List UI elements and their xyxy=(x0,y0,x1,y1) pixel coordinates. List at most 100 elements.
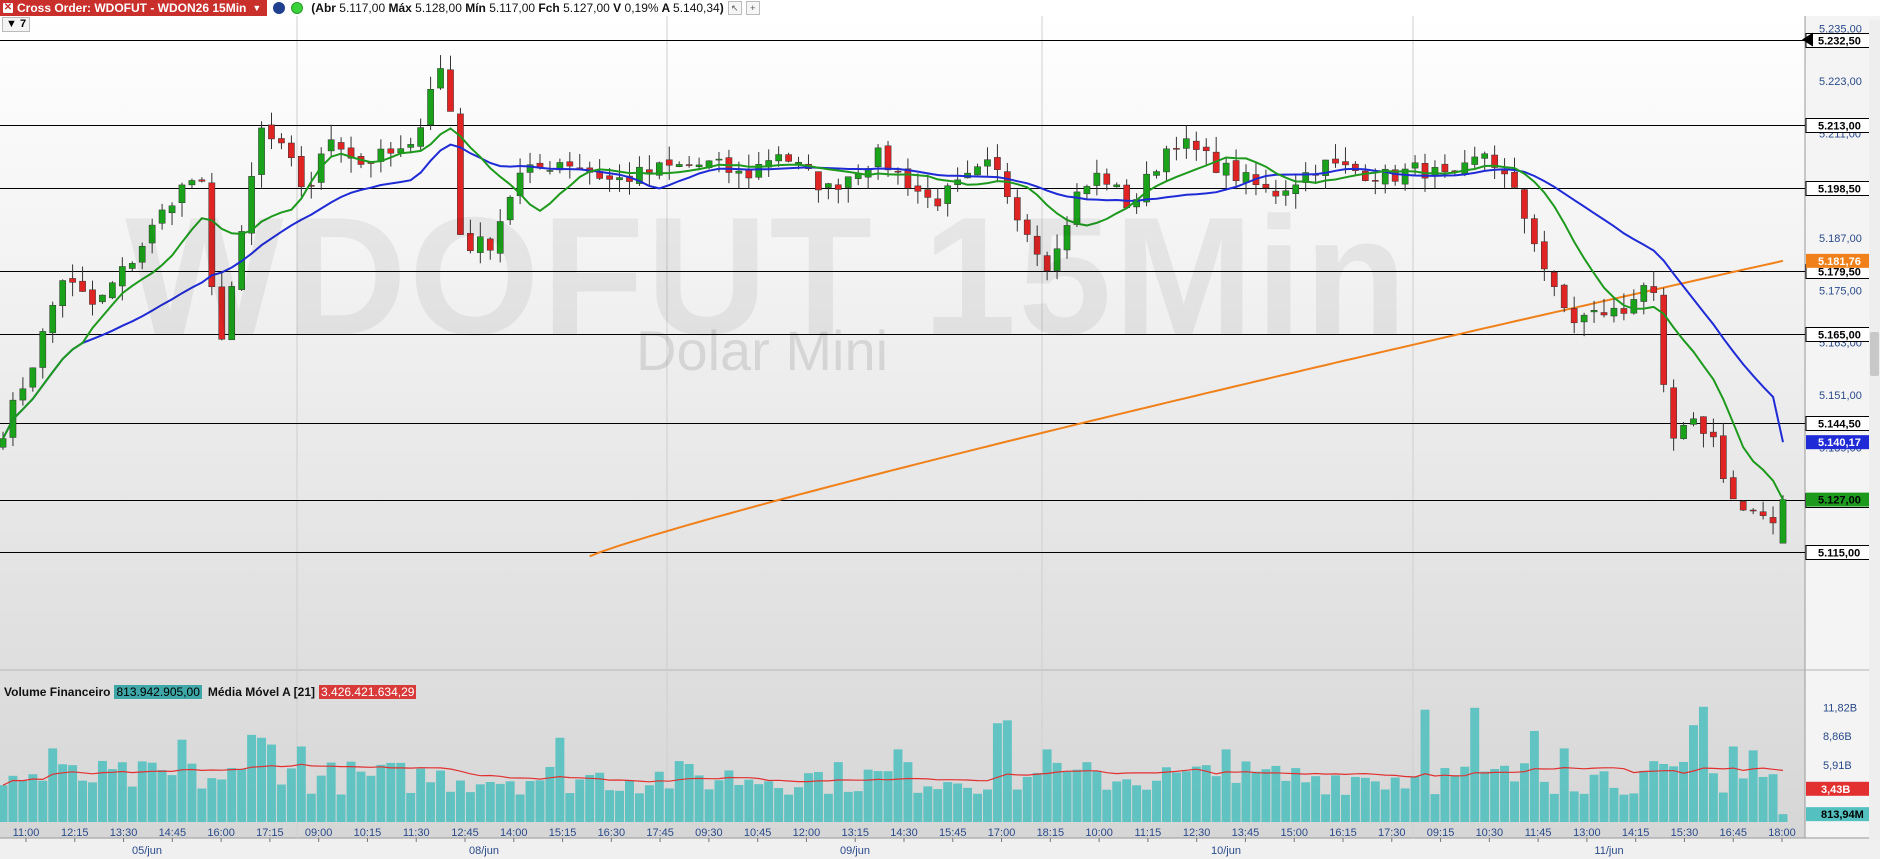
candle-up xyxy=(1153,171,1160,176)
volume-tick-label: 8,86B xyxy=(1823,731,1852,743)
price-tick-label: 5.187,00 xyxy=(1819,233,1862,245)
timeframe-selector[interactable]: ▼ 7 xyxy=(2,17,31,32)
candle-down xyxy=(69,278,76,283)
volume-bar xyxy=(1132,785,1142,822)
volume-bar xyxy=(1748,750,1758,822)
close-icon[interactable]: ✕ xyxy=(3,3,13,13)
time-tick-label: 16:45 xyxy=(1719,827,1747,839)
time-tick-label: 11:00 xyxy=(13,827,40,839)
candle-up xyxy=(1471,156,1479,165)
volume-bar xyxy=(1529,730,1539,822)
candle-down xyxy=(1769,517,1777,524)
date-label: 09/jun xyxy=(840,845,870,857)
volume-bar xyxy=(575,779,585,822)
volume-bar xyxy=(1102,789,1112,822)
volume-bar xyxy=(257,737,267,822)
candle-down xyxy=(1550,271,1558,287)
broker-icon[interactable] xyxy=(273,2,286,14)
level-label: 5.144,50 xyxy=(1818,419,1861,431)
volume-bar xyxy=(1589,774,1599,822)
candlestick-chart[interactable]: 5.235,005.223,005.211,005.199,005.187,00… xyxy=(0,0,1880,859)
volume-bar xyxy=(1072,769,1082,822)
time-tick-label: 13:00 xyxy=(1573,827,1601,839)
candle-down xyxy=(1710,431,1717,438)
volume-bar xyxy=(1231,782,1241,822)
volume-bar xyxy=(436,770,446,822)
candle-up xyxy=(1590,310,1598,313)
current-value-label: 5.181,76 xyxy=(1818,256,1861,268)
candle-up xyxy=(258,127,265,175)
time-tick-label: 17:45 xyxy=(646,827,674,839)
time-tick-label: 13:15 xyxy=(841,827,869,839)
volume-bar xyxy=(406,792,416,822)
volume-bar xyxy=(1201,765,1211,822)
candle-up xyxy=(874,147,882,168)
volume-value: 813.942.905,00 xyxy=(114,685,202,699)
volume-bar xyxy=(1161,767,1171,822)
volume-bar xyxy=(1470,707,1480,822)
candle-down xyxy=(606,175,613,180)
volume-bar xyxy=(1420,709,1430,822)
volume-bar xyxy=(545,766,555,822)
volume-bar xyxy=(1639,770,1649,822)
candle-down xyxy=(1521,189,1528,219)
volume-bar xyxy=(1659,763,1669,822)
candle-up xyxy=(1640,285,1648,302)
volume-bar xyxy=(1002,720,1012,822)
candle-down xyxy=(1650,286,1658,293)
volume-bar xyxy=(18,780,28,822)
candle-down xyxy=(894,170,902,173)
candle-up xyxy=(1680,425,1687,439)
volume-bar xyxy=(992,723,1002,822)
cross-order-button[interactable]: ✕ Cross Order: WDOFUT - WDON26 15Min ▼ xyxy=(0,0,268,16)
cursor-icon[interactable]: ↖ xyxy=(727,1,742,15)
level-label: 5.198,50 xyxy=(1818,184,1861,196)
volume-bar xyxy=(1181,771,1191,822)
candle-down xyxy=(1202,146,1210,152)
volume-bar xyxy=(933,789,943,822)
volume-bar xyxy=(515,794,525,822)
time-tick-label: 13:45 xyxy=(1232,827,1260,839)
volume-bar xyxy=(127,786,137,822)
volume-bar xyxy=(883,771,893,822)
high-label: Máx xyxy=(388,1,412,15)
volume-bar xyxy=(1092,770,1102,822)
volume-bar xyxy=(1619,794,1629,822)
adjust-label: A xyxy=(661,1,670,15)
volume-bar xyxy=(1738,778,1748,822)
candle-down xyxy=(1501,170,1508,175)
candle-up xyxy=(546,170,554,172)
candle-down xyxy=(268,124,275,140)
volume-ma-value: 3.426.421.634,29 xyxy=(319,685,417,699)
chevron-down-icon[interactable]: ▼ xyxy=(252,3,261,13)
volume-bar xyxy=(1012,789,1022,822)
volume-bar xyxy=(326,762,336,822)
volume-bar xyxy=(1708,773,1718,822)
volume-bar xyxy=(97,760,107,822)
candle-down xyxy=(1232,160,1240,182)
volume-bar xyxy=(1032,772,1042,822)
add-icon[interactable]: + xyxy=(745,1,760,15)
volume-bar xyxy=(1649,761,1659,822)
candle-down xyxy=(884,145,892,171)
candle-up xyxy=(1163,148,1170,173)
volume-bar xyxy=(893,749,903,822)
time-tick-label: 09:15 xyxy=(1427,827,1455,839)
time-tick-label: 12:15 xyxy=(61,827,89,839)
volume-bar xyxy=(555,737,565,822)
volume-bar xyxy=(505,781,515,822)
volume-bar xyxy=(754,784,764,822)
price-scrollbar-thumb[interactable] xyxy=(1870,332,1879,376)
volume-bar xyxy=(237,768,247,822)
volume-bar xyxy=(605,790,615,822)
current-value-label: 5.127,00 xyxy=(1818,495,1861,507)
price-scrollbar-track[interactable] xyxy=(1869,20,1880,840)
volume-bar xyxy=(446,791,455,822)
time-tick-label: 14:45 xyxy=(159,827,187,839)
volume-bar xyxy=(943,782,953,822)
volume-bar xyxy=(107,769,117,822)
volume-bar xyxy=(1569,791,1579,822)
time-tick-label: 15:00 xyxy=(1280,827,1308,839)
open-value: 5.117,00 xyxy=(339,1,386,15)
volume-bar xyxy=(1510,781,1519,822)
